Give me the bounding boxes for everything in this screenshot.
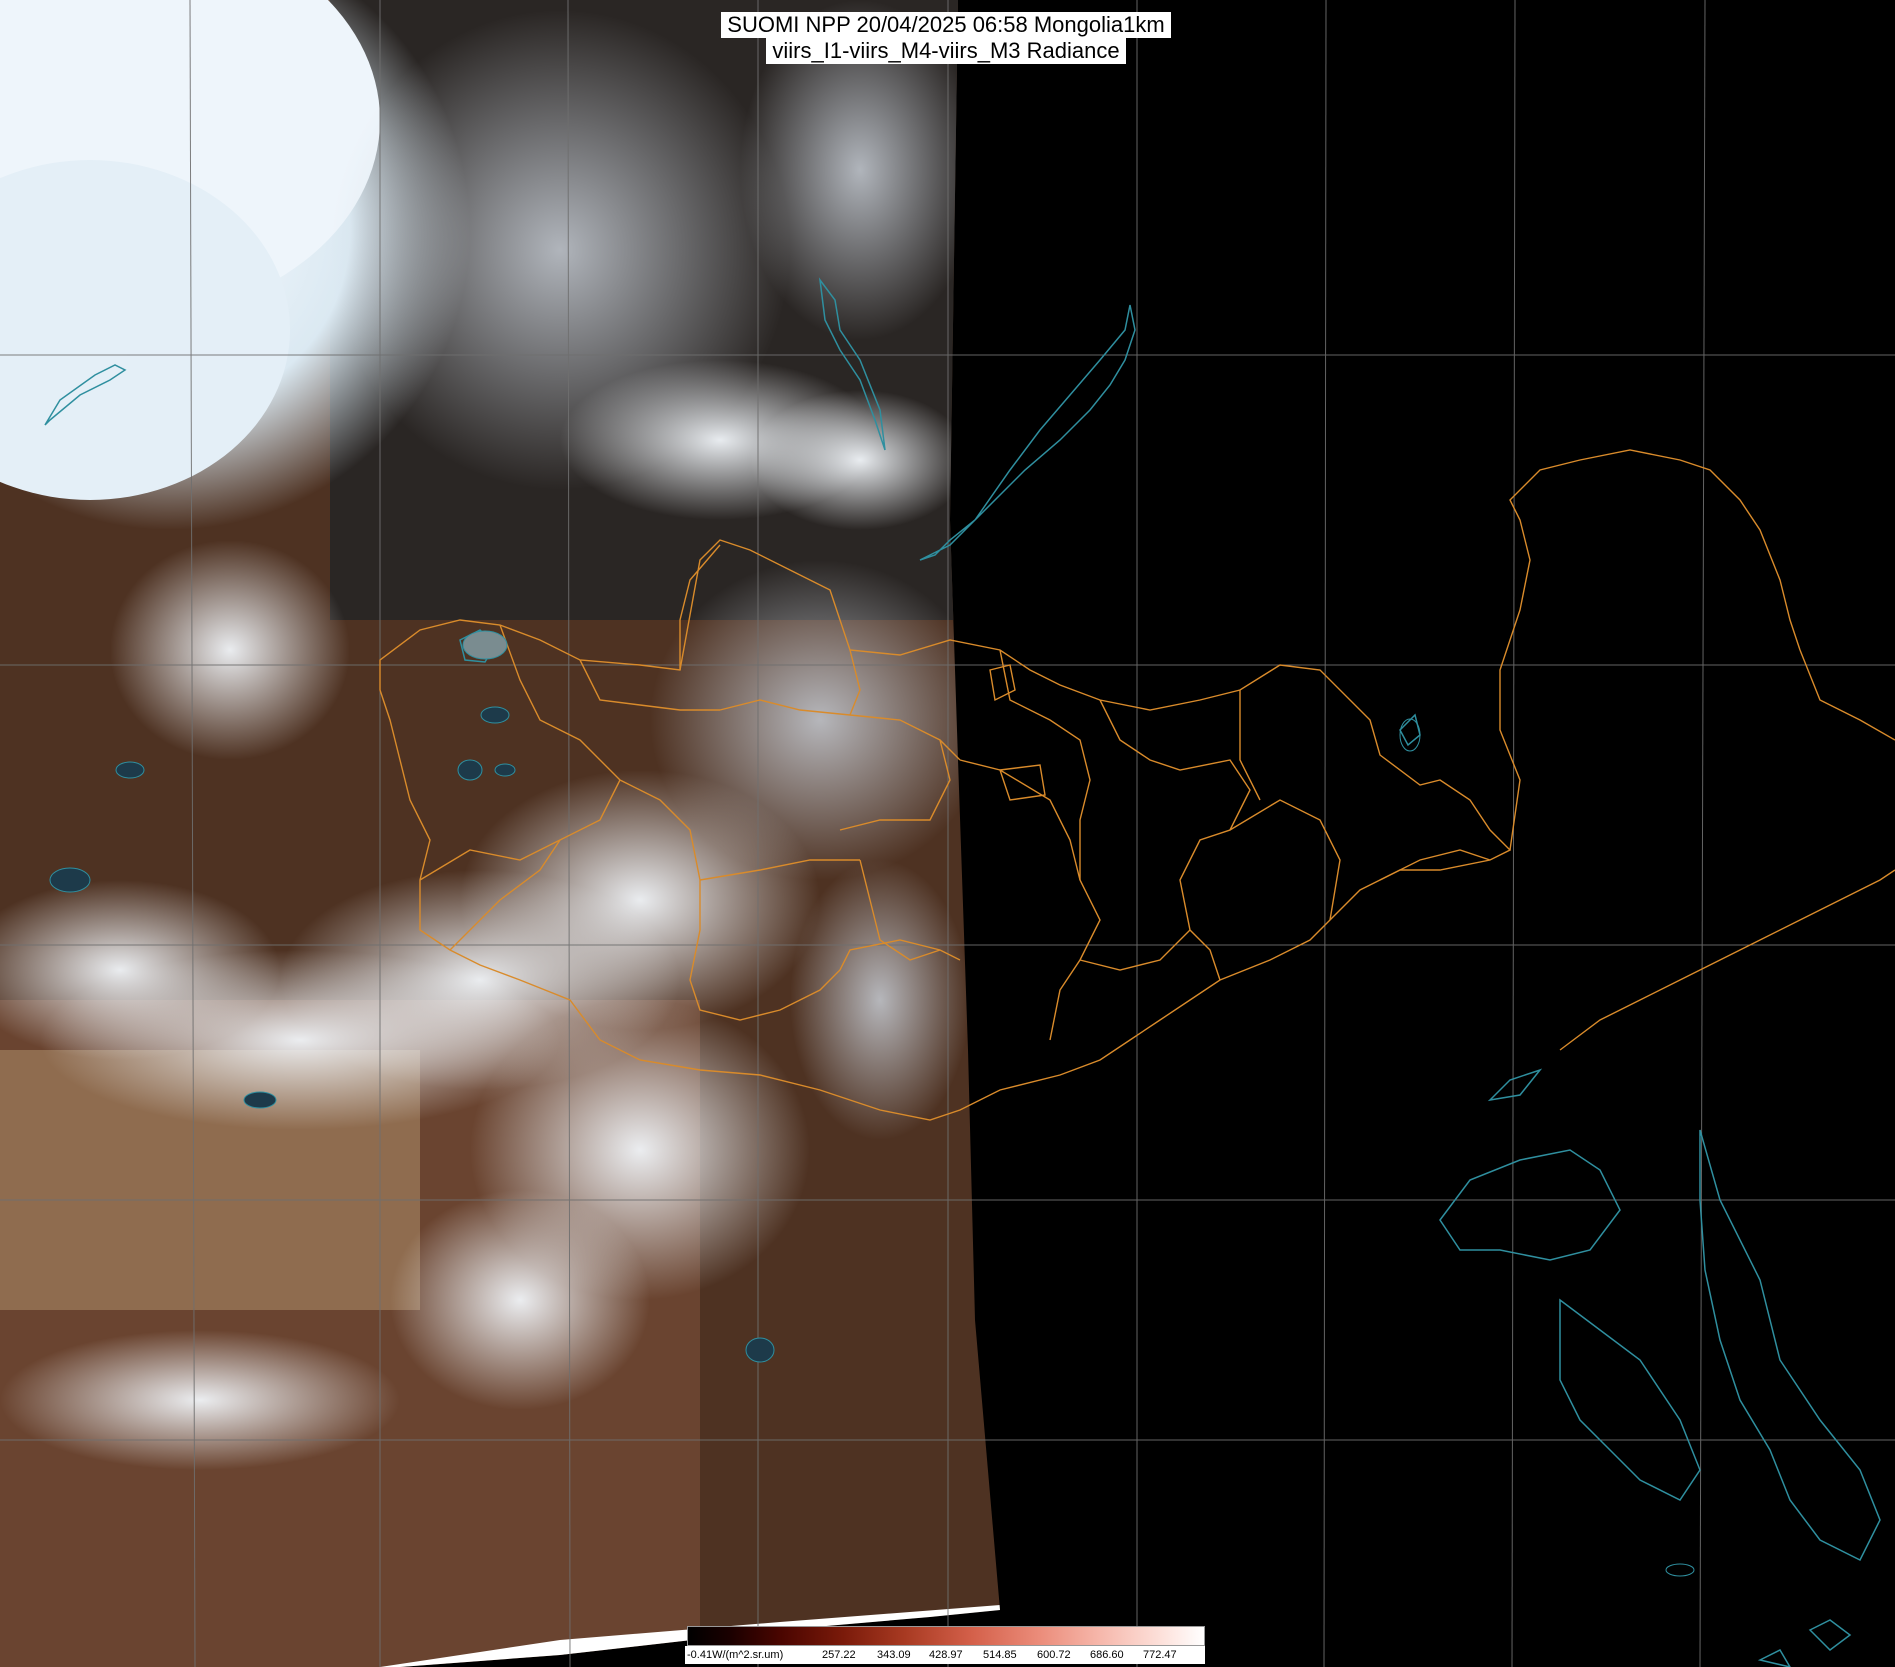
colorbar-gradient — [687, 1626, 1205, 1646]
colorbar-tick: 514.85 — [983, 1649, 1017, 1661]
colorbar-tick: 772.47 — [1143, 1649, 1177, 1661]
colorbar-unit-label: -0.41W/(m^2.sr.um) — [687, 1649, 784, 1661]
title-line-1: SUOMI NPP 20/04/2025 06:58 Mongolia1km — [721, 12, 1171, 38]
colorbar-legend: -0.41W/(m^2.sr.um) 257.22 343.09 428.97 … — [685, 1624, 1205, 1664]
satellite-map — [0, 0, 1895, 1667]
colorbar-tick: 600.72 — [1037, 1649, 1071, 1661]
colorbar-tick: 686.60 — [1090, 1649, 1124, 1661]
colorbar-tick: 257.22 — [822, 1649, 856, 1661]
colorbar-labels: -0.41W/(m^2.sr.um) 257.22 343.09 428.97 … — [685, 1646, 1205, 1664]
day-imagery — [0, 0, 1000, 1667]
colorbar-tick: 343.09 — [877, 1649, 911, 1661]
title-line-2: viirs_I1-viirs_M4-viirs_M3 Radiance — [766, 38, 1126, 64]
image-title: SUOMI NPP 20/04/2025 06:58 Mongolia1km v… — [701, 12, 1191, 64]
colorbar-tick: 428.97 — [929, 1649, 963, 1661]
